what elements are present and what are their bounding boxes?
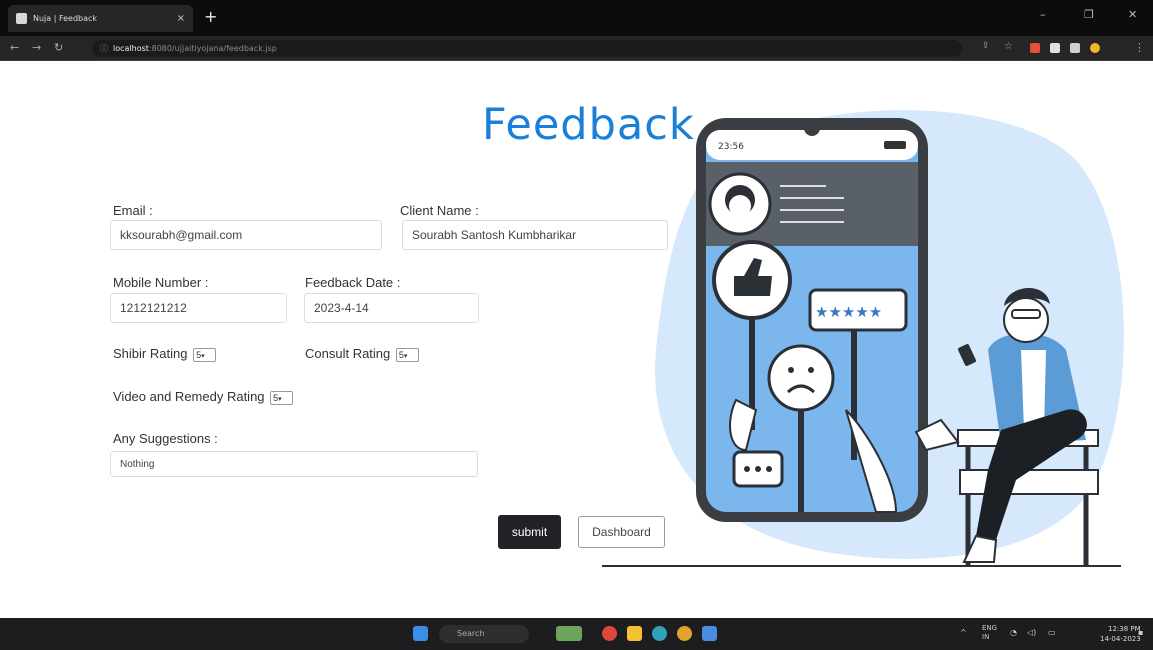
reload-icon[interactable]: ↻ bbox=[54, 41, 63, 54]
store-icon[interactable] bbox=[702, 626, 717, 641]
menu-dots-icon[interactable]: ⋮ bbox=[1134, 41, 1145, 54]
feedback-date-field[interactable] bbox=[304, 293, 479, 323]
url-path: :8080/ujjaitiyojana/feedback.jsp bbox=[148, 44, 277, 53]
volume-icon[interactable]: ◁) bbox=[1027, 628, 1036, 637]
address-bar[interactable]: ⓘ localhost :8080/ujjaitiyojana/feedback… bbox=[92, 40, 962, 57]
app-icon-red[interactable] bbox=[602, 626, 617, 641]
shibir-rating-group: Shibir Rating 5▾ bbox=[113, 346, 217, 362]
info-icon: ⓘ bbox=[100, 44, 108, 53]
sidepanel-icon[interactable] bbox=[1070, 43, 1080, 53]
file-explorer-icon[interactable] bbox=[627, 626, 642, 641]
page-content: Feedback Email : Client Name : Mobile Nu… bbox=[0, 62, 1153, 618]
browser-tab[interactable]: Nuja | Feedback × bbox=[8, 5, 193, 32]
favicon-icon bbox=[16, 13, 27, 24]
forward-arrow-icon[interactable]: → bbox=[32, 41, 41, 54]
consult-rating-group: Consult Rating 5▾ bbox=[305, 346, 419, 362]
taskbar-search[interactable]: Search bbox=[439, 625, 529, 643]
url-host: localhost bbox=[113, 44, 149, 53]
feedback-illustration: 23:56 ★★★★★ bbox=[602, 110, 1124, 567]
extension-puzzle-icon[interactable] bbox=[1050, 43, 1060, 53]
phone-icon: 23:56 ★★★★★ bbox=[696, 118, 928, 522]
start-windows-icon[interactable] bbox=[413, 626, 428, 641]
notifications-icon[interactable]: ▪ bbox=[1138, 628, 1143, 637]
shibir-rating-label: Shibir Rating bbox=[113, 346, 188, 361]
consult-rating-select[interactable]: 5▾ bbox=[395, 347, 419, 362]
taskbar-clock[interactable]: 12:38 PM 14-04-2023 bbox=[1100, 624, 1141, 644]
consult-rating-label: Consult Rating bbox=[305, 346, 391, 361]
share-icon[interactable]: ⇪ bbox=[982, 41, 990, 51]
back-arrow-icon[interactable]: ← bbox=[10, 41, 19, 54]
extension-red-icon[interactable] bbox=[1030, 43, 1040, 53]
email-label: Email : bbox=[113, 203, 153, 218]
tab-close-icon[interactable]: × bbox=[177, 13, 185, 24]
phone-time: 23:56 bbox=[718, 142, 744, 152]
video-remedy-rating-select[interactable]: 5▾ bbox=[270, 390, 294, 405]
close-window-button[interactable]: ✕ bbox=[1128, 8, 1137, 21]
mobile-number-field[interactable] bbox=[110, 293, 287, 323]
browser-tab-bar: Nuja | Feedback × + – ❐ ✕ bbox=[0, 0, 1153, 36]
new-tab-button[interactable]: + bbox=[204, 7, 217, 26]
video-remedy-rating-label: Video and Remedy Rating bbox=[113, 389, 265, 404]
chrome-browser-icon[interactable] bbox=[677, 626, 692, 641]
video-remedy-rating-group: Video and Remedy Rating 5▾ bbox=[113, 389, 294, 405]
submit-button[interactable]: submit bbox=[498, 515, 561, 549]
browser-toolbar: ← → ↻ ⓘ localhost :8080/ujjaitiyojana/fe… bbox=[0, 36, 1153, 61]
shibir-rating-select[interactable]: 5▾ bbox=[193, 347, 217, 362]
tray-chevron-icon[interactable]: ^ bbox=[960, 628, 967, 637]
tab-title: Nuja | Feedback bbox=[33, 14, 98, 23]
edge-browser-icon[interactable] bbox=[652, 626, 667, 641]
svg-text:★★★★★: ★★★★★ bbox=[815, 303, 882, 321]
bookmark-star-icon[interactable]: ☆ bbox=[1004, 41, 1013, 52]
language-indicator[interactable]: ENG IN bbox=[982, 624, 997, 642]
client-name-label: Client Name : bbox=[400, 203, 479, 218]
minimize-button[interactable]: – bbox=[1040, 8, 1046, 21]
wifi-icon[interactable]: ◔ bbox=[1010, 628, 1017, 637]
battery-icon[interactable]: ▭ bbox=[1048, 628, 1056, 637]
suggestions-field[interactable] bbox=[110, 451, 478, 477]
restore-button[interactable]: ❐ bbox=[1084, 8, 1094, 21]
suggestions-label: Any Suggestions : bbox=[113, 431, 218, 446]
widgets-icon[interactable] bbox=[556, 626, 582, 641]
profile-avatar-icon[interactable] bbox=[1090, 43, 1100, 53]
feedback-date-label: Feedback Date : bbox=[305, 275, 401, 290]
email-field[interactable] bbox=[110, 220, 382, 250]
windows-taskbar: ⌕ Search ^ ENGIN ◔ ◁) ▭ 12:38 PM 14-04-2… bbox=[0, 618, 1153, 650]
mobile-number-label: Mobile Number : bbox=[113, 275, 209, 290]
